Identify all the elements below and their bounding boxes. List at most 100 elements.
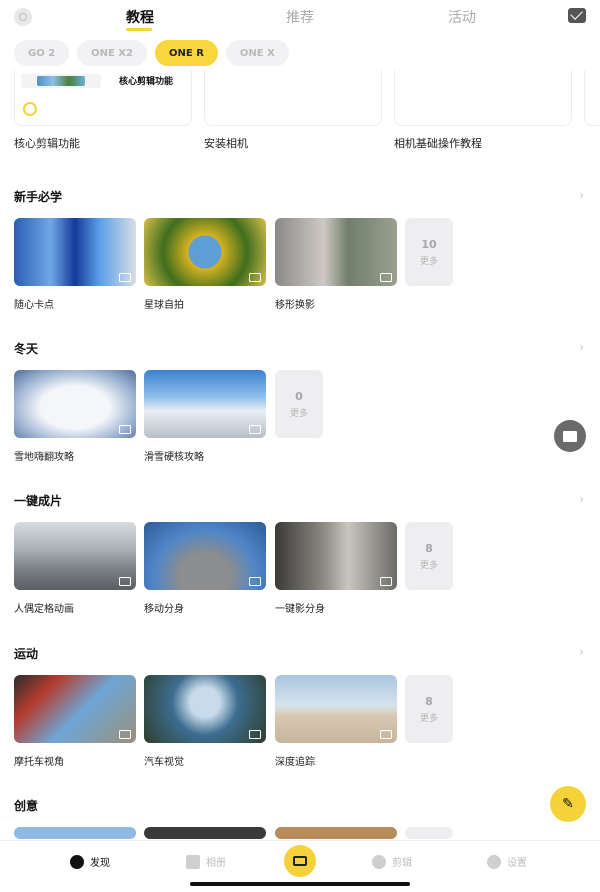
picture-icon xyxy=(249,730,261,739)
featured-card-core-editing[interactable]: 核心剪辑功能 xyxy=(14,70,192,126)
featured-card-next[interactable] xyxy=(584,70,600,126)
more-count: 8 xyxy=(425,541,433,555)
chip-one-x[interactable]: ONE X xyxy=(225,40,289,66)
timeline-strip xyxy=(37,76,85,86)
play-icon xyxy=(372,854,386,869)
picture-icon xyxy=(380,730,392,739)
thumbnail[interactable] xyxy=(14,827,136,839)
nav-album[interactable]: 相册 xyxy=(186,854,226,869)
more-tile[interactable]: 8 更多 xyxy=(405,675,453,743)
thumbnail[interactable] xyxy=(144,522,266,590)
top-bar: 教程 推荐 活动 xyxy=(0,0,600,36)
picture-icon xyxy=(249,273,261,282)
more-label: 更多 xyxy=(419,560,438,571)
more-count: 10 xyxy=(421,237,437,251)
record-circle-icon xyxy=(23,102,37,116)
item-label: 滑雪硬核攻略 xyxy=(144,452,204,463)
thumbnail[interactable] xyxy=(144,370,266,438)
thumbnail[interactable] xyxy=(275,827,397,839)
gear-icon xyxy=(487,854,501,869)
section-winter: 冬天 › 0 更多 雪地嗨翻攻略 滑雪硬核攻略 xyxy=(14,340,586,463)
tab-events[interactable]: 活动 xyxy=(448,7,476,27)
more-label: 更多 xyxy=(419,713,438,724)
section-title: 创意 xyxy=(14,799,39,813)
camera-icon[interactable] xyxy=(284,845,316,877)
thumbnail[interactable] xyxy=(144,827,266,839)
chip-go2[interactable]: GO 2 xyxy=(14,40,70,66)
picture-icon xyxy=(119,425,131,434)
featured-label: 核心剪辑功能 xyxy=(14,137,80,150)
home-indicator xyxy=(190,882,410,886)
picture-icon xyxy=(249,577,261,586)
nav-label: 设置 xyxy=(507,858,527,869)
section-title: 新手必学 xyxy=(14,190,63,204)
tab-recommended[interactable]: 推荐 xyxy=(286,7,314,27)
picture-icon xyxy=(380,273,392,282)
nav-settings[interactable]: 设置 xyxy=(487,854,527,869)
mail-icon[interactable] xyxy=(568,8,586,23)
picture-icon xyxy=(249,425,261,434)
thumbnail[interactable] xyxy=(275,675,397,743)
chip-one-x2[interactable]: ONE X2 xyxy=(77,40,148,66)
featured-tutorials: 核心剪辑功能 核心剪辑功能 安装相机 相机基础操作教程 xyxy=(14,70,600,160)
album-icon xyxy=(186,854,200,869)
thumbnail[interactable] xyxy=(144,675,266,743)
thumbnail[interactable] xyxy=(14,675,136,743)
profile-icon[interactable] xyxy=(14,8,32,26)
nav-discover[interactable]: 发现 xyxy=(70,854,110,869)
nav-label: 剪辑 xyxy=(392,858,412,869)
more-count: 0 xyxy=(295,389,303,403)
featured-card-basic-operations[interactable] xyxy=(394,70,572,126)
featured-card-install-camera[interactable] xyxy=(204,70,382,126)
section-sports: 运动 › 8 更多 摩托车视角 汽车视觉 深度追踪 xyxy=(14,645,586,768)
bottom-nav: 发现 相册 剪辑 设置 xyxy=(0,840,600,892)
more-label: 更多 xyxy=(289,408,308,419)
book-icon[interactable] xyxy=(554,420,586,452)
chevron-right-icon[interactable]: › xyxy=(579,340,584,354)
section-one-click: 一键成片 › 8 更多 人偶定格动画 移动分身 一键影分身 xyxy=(14,492,586,615)
chevron-right-icon[interactable]: › xyxy=(579,492,584,506)
picture-icon xyxy=(119,730,131,739)
chevron-right-icon[interactable]: › xyxy=(579,645,584,659)
nav-label: 发现 xyxy=(90,858,110,869)
thumbnail[interactable] xyxy=(14,522,136,590)
item-label: 移动分身 xyxy=(144,604,184,615)
camera-model-filter: GO 2 ONE X2 ONE R ONE X xyxy=(14,40,289,66)
tab-tutorials[interactable]: 教程 xyxy=(126,7,154,27)
chevron-right-icon[interactable]: › xyxy=(579,188,584,202)
nav-edit[interactable]: 剪辑 xyxy=(372,854,412,869)
featured-label: 相机基础操作教程 xyxy=(394,137,482,150)
featured-card-title: 核心剪辑功能 xyxy=(119,77,174,87)
compass-icon xyxy=(70,854,84,869)
item-label: 随心卡点 xyxy=(14,300,54,311)
item-label: 深度追踪 xyxy=(275,757,315,768)
thumbnail[interactable] xyxy=(14,218,136,286)
section-beginner: 新手必学 › 10 更多 随心卡点 星球自拍 移形换影 xyxy=(14,188,586,311)
more-count: 8 xyxy=(425,694,433,708)
more-tile[interactable]: 10 更多 xyxy=(405,218,453,286)
more-label: 更多 xyxy=(419,256,438,267)
section-title: 一键成片 xyxy=(14,494,63,508)
active-tab-indicator xyxy=(126,28,152,31)
pen-icon[interactable]: ✎ xyxy=(550,786,586,822)
picture-icon xyxy=(380,577,392,586)
thumbnail[interactable] xyxy=(275,218,397,286)
item-label: 移形换影 xyxy=(275,300,315,311)
chip-one-r[interactable]: ONE R xyxy=(155,40,218,66)
thumbnail[interactable] xyxy=(275,522,397,590)
featured-label: 安装相机 xyxy=(204,137,248,150)
item-label: 星球自拍 xyxy=(144,300,184,311)
more-tile[interactable]: 0 更多 xyxy=(275,370,323,438)
section-title: 冬天 xyxy=(14,342,39,356)
thumbnail[interactable] xyxy=(144,218,266,286)
section-title: 运动 xyxy=(14,647,39,661)
more-tile[interactable]: 8 更多 xyxy=(405,522,453,590)
thumbnail[interactable] xyxy=(14,370,136,438)
nav-label: 相册 xyxy=(206,858,226,869)
more-tile[interactable] xyxy=(405,827,453,839)
picture-icon xyxy=(119,273,131,282)
item-label: 人偶定格动画 xyxy=(14,604,74,615)
picture-icon xyxy=(119,577,131,586)
item-label: 汽车视觉 xyxy=(144,757,184,768)
item-label: 摩托车视角 xyxy=(14,757,64,768)
